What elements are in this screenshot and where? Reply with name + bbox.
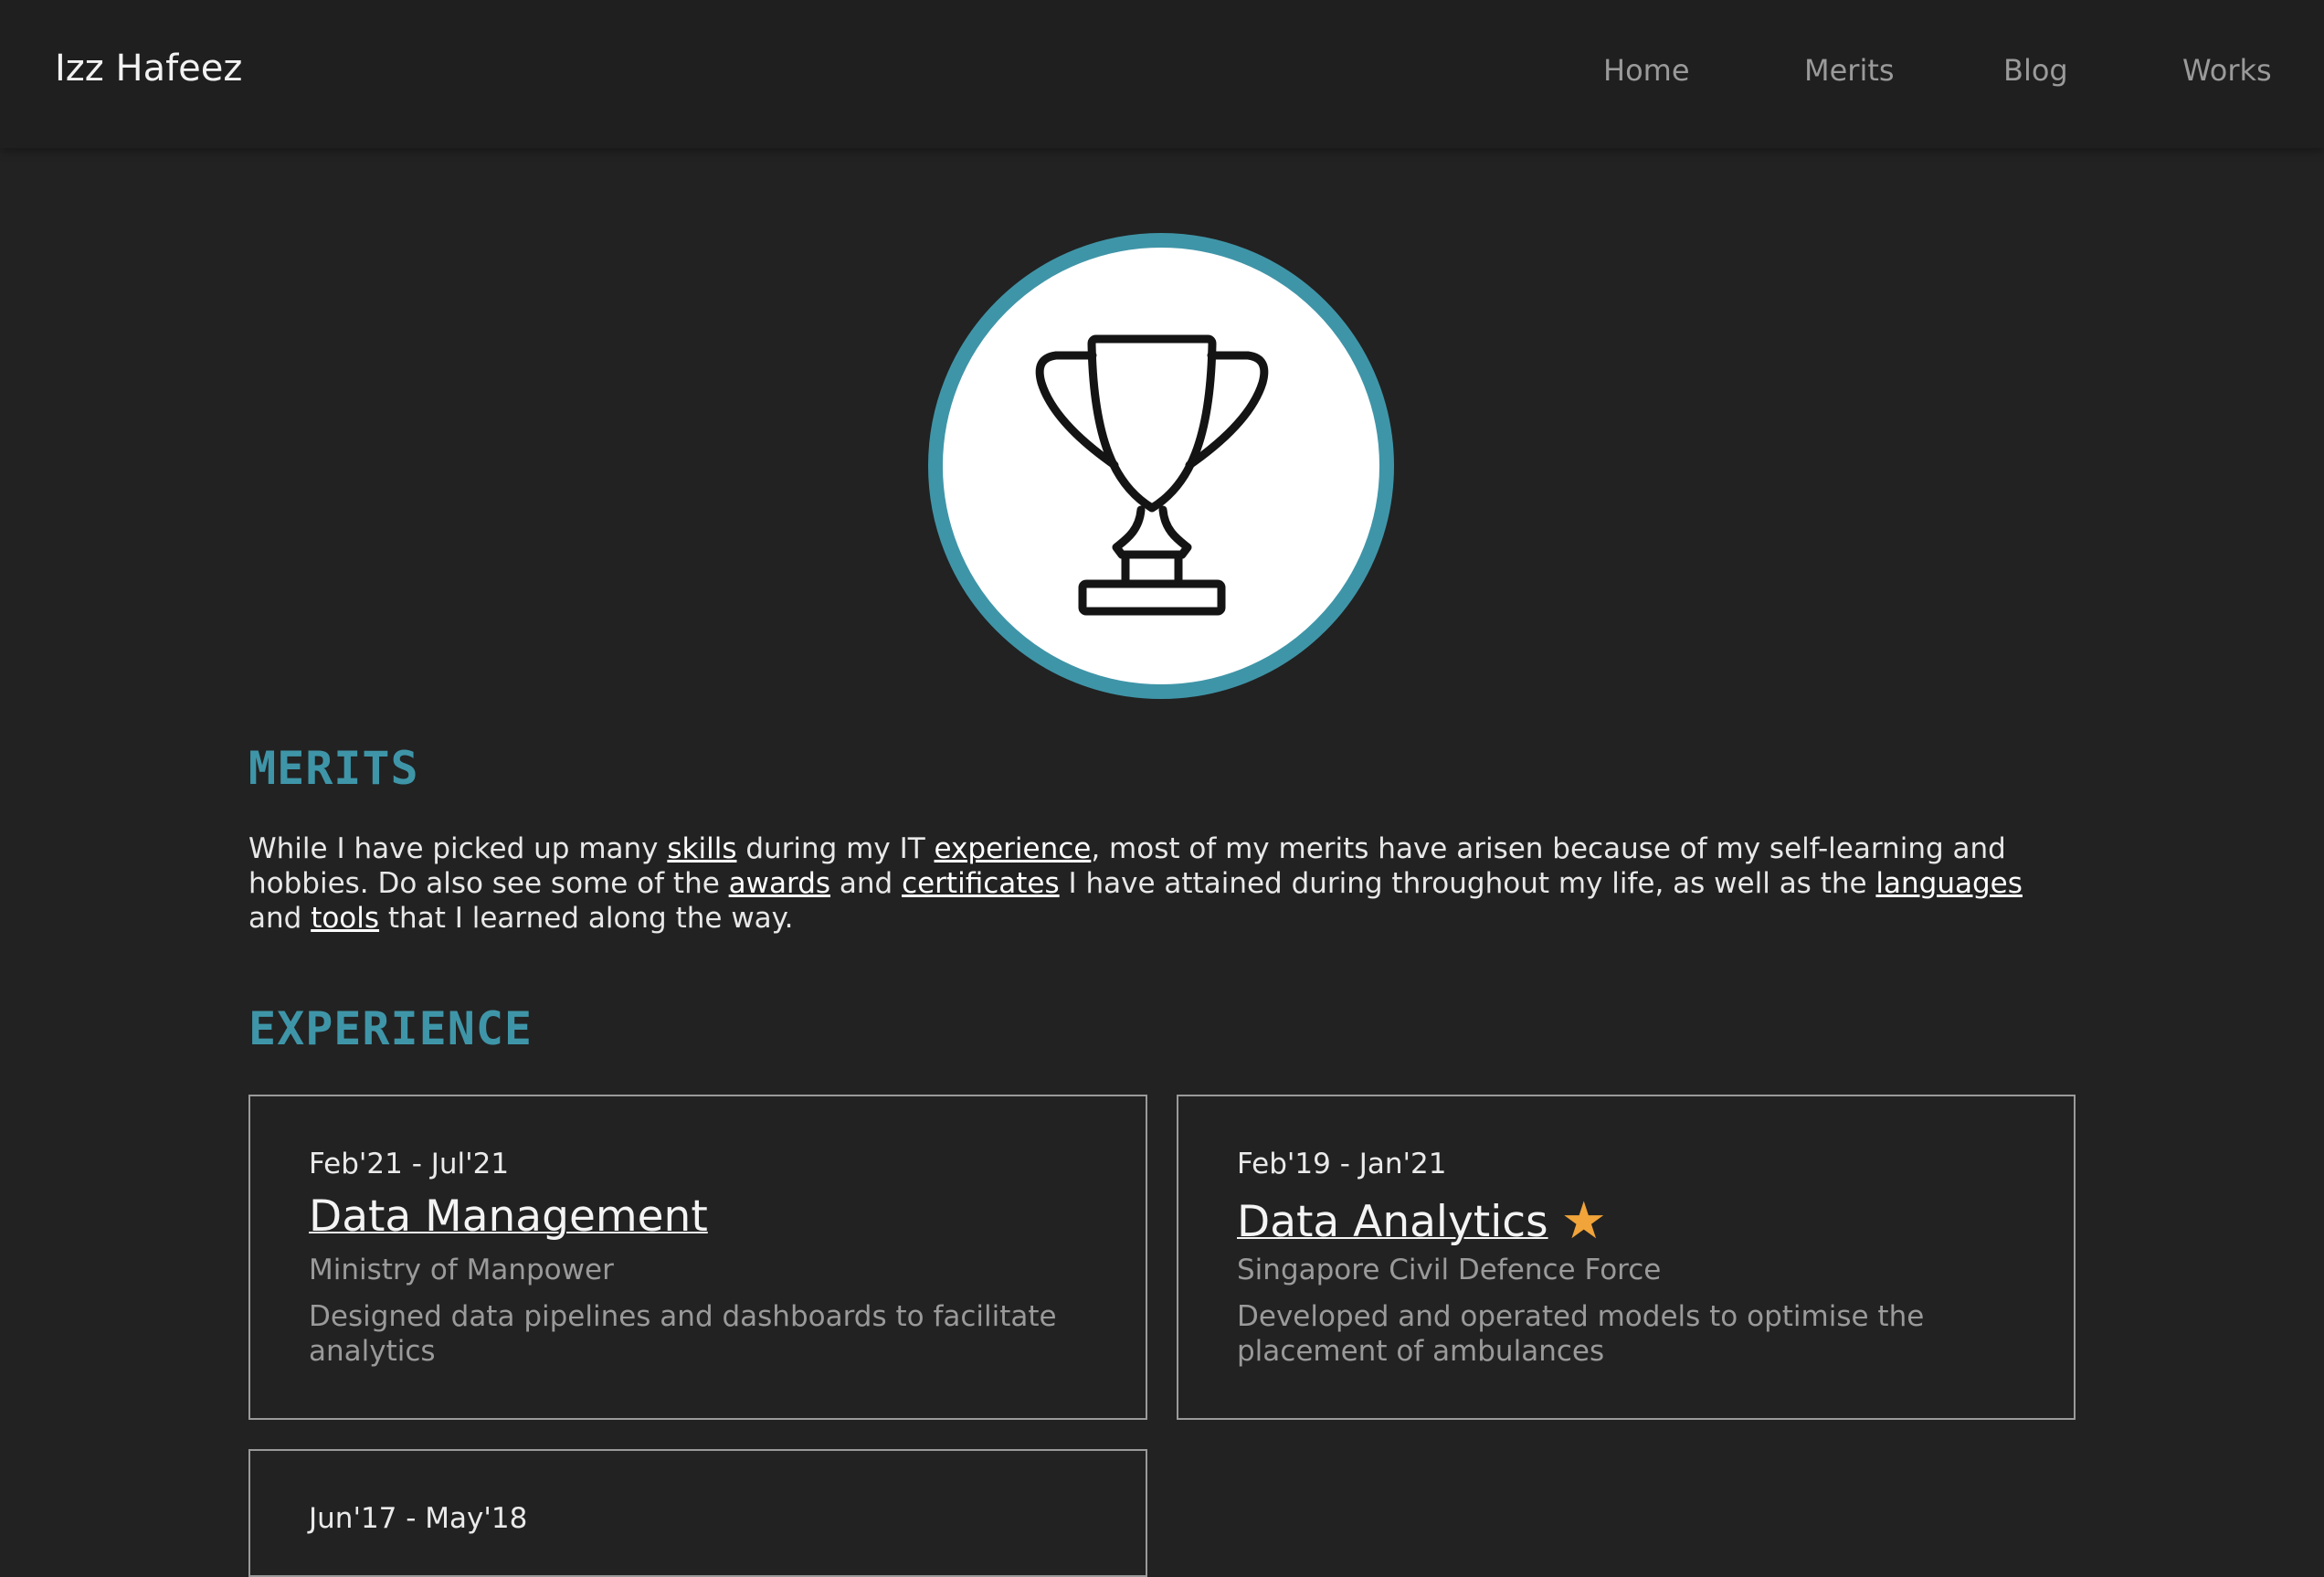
intro-text: and <box>830 867 903 900</box>
card-dates: Feb'21 - Jul'21 <box>309 1148 510 1180</box>
experience-heading: EXPERIENCE <box>248 1002 533 1055</box>
languages-link[interactable]: languages <box>1875 867 2022 900</box>
nav-link-works[interactable]: Works <box>2182 53 2272 88</box>
intro-text: that I learned along the way. <box>379 902 794 935</box>
intro-text: and <box>248 902 312 935</box>
merits-intro: While I have picked up many skills durin… <box>248 831 2076 936</box>
card-title-link[interactable]: Data Analytics <box>1237 1197 1548 1247</box>
card-dates: Jun'17 - May'18 <box>309 1502 528 1535</box>
nav-link-home[interactable]: Home <box>1603 53 1690 88</box>
card-organization: Singapore Civil Defence Force <box>1237 1254 1662 1286</box>
nav-link-merits[interactable]: Merits <box>1804 53 1895 88</box>
awards-link[interactable]: awards <box>729 867 830 900</box>
trophy-avatar <box>928 233 1394 699</box>
certificates-link[interactable]: certificates <box>902 867 1060 900</box>
intro-text: during my IT <box>736 832 935 865</box>
tools-link[interactable]: tools <box>311 902 379 935</box>
star-icon: ★ <box>1560 1191 1607 1251</box>
card-description: Designed data pipelines and dashboards t… <box>309 1300 1057 1368</box>
navbar: Izz Hafeez Home Merits Blog Works <box>0 0 2324 148</box>
experience-card-data-analytics: Feb'19 - Jan'21 Data Analytics ★ Singapor… <box>1177 1095 2076 1420</box>
nav-link-blog[interactable]: Blog <box>2003 53 2068 88</box>
card-title-link[interactable]: Data Management <box>309 1191 708 1242</box>
trophy-icon <box>1035 334 1269 616</box>
card-organization: Ministry of Manpower <box>309 1254 614 1286</box>
skills-link[interactable]: skills <box>667 832 736 865</box>
experience-card-data-management: Feb'21 - Jul'21 Data Management Ministry… <box>248 1095 1147 1420</box>
card-title: Data Management <box>309 1191 708 1242</box>
experience-card-partial: Jun'17 - May'18 <box>248 1449 1147 1577</box>
experience-link[interactable]: experience <box>935 832 1092 865</box>
brand-link[interactable]: Izz Hafeez <box>55 48 242 90</box>
intro-text: While I have picked up many <box>248 832 668 865</box>
intro-text: I have attained during throughout my lif… <box>1059 867 1876 900</box>
merits-heading: MERITS <box>248 742 419 795</box>
card-dates: Feb'19 - Jan'21 <box>1237 1148 1447 1180</box>
card-description: Developed and operated models to optimis… <box>1237 1300 1925 1368</box>
card-title: Data Analytics ★ <box>1237 1191 1607 1251</box>
